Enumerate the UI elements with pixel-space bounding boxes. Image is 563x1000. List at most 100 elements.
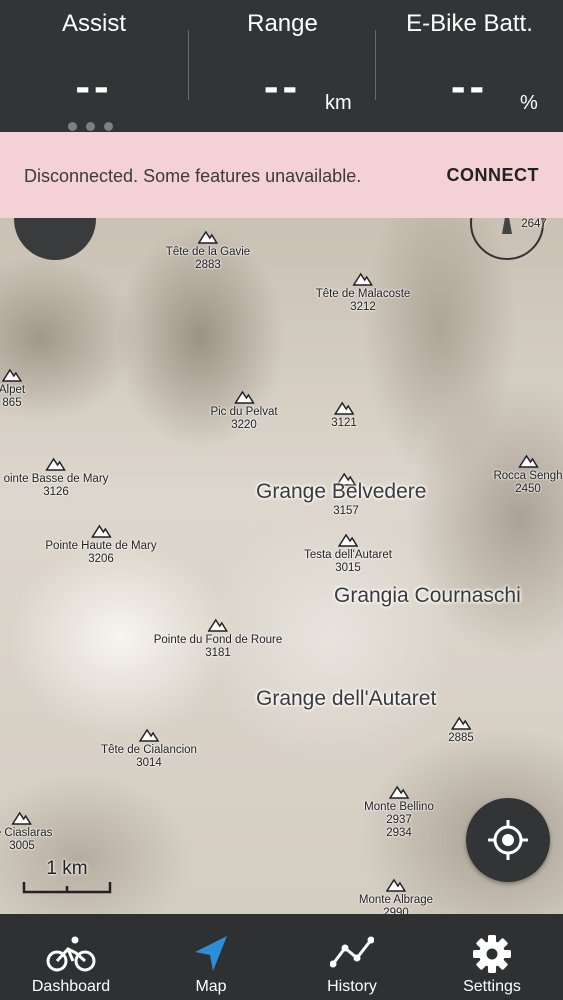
place-label: Grangia Cournaschi	[334, 584, 521, 607]
peak-elevation: 3181	[205, 647, 231, 659]
page-dot	[86, 122, 95, 131]
peak-elevation: 3126	[43, 486, 69, 498]
mountain-icon	[197, 230, 218, 244]
map-control-button[interactable]	[14, 218, 96, 260]
peak-name: te Ciaslaras	[0, 827, 53, 839]
peak-name: Pointe du Fond de Roure	[153, 634, 283, 646]
nav-label: Settings	[463, 978, 521, 995]
peak-marker[interactable]: Monte Albrage 2990	[359, 878, 433, 914]
mountain-icon	[139, 728, 159, 742]
peak-name: Pointe Haute de Mary	[45, 540, 157, 552]
map-view[interactable]: Tête de la Gavie 2883 Tête de Malacoste 32…	[0, 218, 563, 914]
battery-metric[interactable]: E-Bike Batt. -- %	[376, 0, 563, 132]
peak-elevation: 2647	[521, 218, 547, 230]
nav-dashboard[interactable]: Dashboard	[1, 914, 141, 1000]
metrics-bar: Assist -- Range -- km E-Bike Batt. -- %	[0, 0, 563, 132]
peak-marker[interactable]: Tête de Malacoste 3212	[315, 272, 411, 314]
peak-elevation: 3220	[231, 419, 257, 431]
peak-elevation: 3212	[350, 301, 376, 313]
disconnected-banner: Disconnected. Some features unavailable.…	[0, 132, 563, 218]
peak-elevation: 3005	[9, 840, 35, 852]
range-metric[interactable]: Range -- km	[189, 0, 376, 132]
peak-elevation: 3015	[335, 562, 361, 574]
assist-label: Assist	[61, 10, 126, 37]
place-label: Grange Belvedere	[256, 480, 427, 503]
nav-label: History	[327, 978, 377, 995]
mountain-icon	[389, 785, 409, 799]
page-dot	[104, 122, 113, 131]
peak-marker[interactable]: Tête de la Gavie 2883	[166, 230, 250, 272]
peak-elevation: 3014	[136, 757, 162, 769]
battery-label: E-Bike Batt.	[406, 10, 533, 37]
peak-name: Alpet	[0, 384, 26, 396]
peak-elevation: 2934	[386, 827, 412, 839]
mountain-icon	[517, 454, 538, 468]
locate-me-button[interactable]	[466, 798, 550, 882]
peak-marker[interactable]: te Ciaslaras3005	[0, 811, 52, 853]
line-graph-icon	[330, 936, 374, 968]
peak-name: Tête de la Gavie	[165, 246, 251, 258]
mountain-icon	[2, 368, 22, 382]
crosshair-icon	[488, 820, 528, 860]
peak-marker[interactable]: Pic du Pelvat 3220	[210, 390, 278, 432]
range-unit: km	[325, 92, 352, 114]
peak-elevation: 2883	[195, 259, 221, 271]
nav-map[interactable]: Map	[141, 914, 281, 1000]
mountain-icon	[334, 401, 354, 415]
peak-name: Pic du Pelvat	[210, 406, 278, 418]
navigation-arrow-icon	[195, 936, 227, 971]
peak-elevation: 2990	[383, 907, 409, 914]
peak-marker[interactable]: Monte Bellino 2937 2934	[364, 785, 434, 840]
page-dot	[68, 122, 77, 131]
connect-button[interactable]: CONNECT	[447, 165, 540, 186]
peak-marker[interactable]: ointe Basse de Mary 3126	[3, 457, 109, 499]
nav-settings[interactable]: Settings	[422, 914, 562, 1000]
map-scale: 1 km	[22, 858, 112, 896]
peak-name: Rocca Sengh	[493, 470, 563, 482]
bicycle-icon	[46, 936, 96, 972]
scale-bar-icon	[22, 882, 112, 894]
peak-elevation: 865	[2, 397, 22, 409]
assist-metric[interactable]: Assist --	[0, 0, 188, 132]
peak-elevation: 2885	[448, 732, 474, 744]
peak-name: Monte Bellino	[364, 801, 434, 813]
nav-label: Map	[195, 978, 227, 995]
peak-elevation: 2450	[515, 483, 541, 495]
mountain-icon	[207, 618, 228, 632]
mountain-icon	[385, 878, 406, 892]
banner-message: Disconnected. Some features unavailable.	[24, 166, 362, 186]
mountain-icon	[451, 716, 471, 730]
assist-value: --	[75, 62, 113, 111]
peak-elevation: 3206	[88, 553, 114, 565]
peak-marker[interactable]: 2885	[448, 716, 474, 745]
bottom-navigation: Dashboard Map History Settings	[0, 914, 563, 1000]
peak-name: Testa dell'Autaret	[304, 549, 392, 561]
mountain-icon	[12, 811, 32, 825]
peak-marker[interactable]: Pointe du Fond de Roure 3181	[153, 618, 283, 660]
nav-label: Dashboard	[31, 978, 111, 995]
peak-marker[interactable]: Testa dell'Autaret 3015	[304, 533, 392, 575]
peak-elevation: 2937	[386, 814, 412, 826]
peak-elevation: 3121	[331, 417, 357, 429]
peak-marker[interactable]: Alpet 865	[0, 368, 25, 410]
peak-marker[interactable]: Tête de Cialancion 3014	[101, 728, 197, 770]
peak-name: Tête de Cialancion	[101, 744, 197, 756]
peak-marker[interactable]: 3121	[331, 401, 357, 430]
peak-marker[interactable]: Pointe Haute de Mary 3206	[45, 524, 157, 566]
peak-marker[interactable]: 2647	[521, 218, 547, 231]
peak-name: ointe Basse de Mary	[3, 473, 109, 485]
nav-history[interactable]: History	[282, 914, 422, 1000]
battery-unit: %	[520, 92, 538, 114]
mountain-icon	[46, 457, 66, 471]
mountain-icon	[90, 524, 111, 538]
peak-marker[interactable]: Rocca Sengh 2450	[493, 454, 563, 496]
gear-icon	[473, 935, 511, 973]
mountain-icon	[234, 390, 254, 404]
mountain-icon	[352, 272, 373, 286]
range-label: Range	[247, 10, 318, 37]
mountain-icon	[337, 533, 358, 547]
place-label: Grange dell'Autaret	[256, 687, 437, 710]
peak-name: Tête de Malacoste	[315, 288, 411, 300]
peak-elevation: 3157	[333, 505, 359, 517]
peak-name: Monte Albrage	[358, 894, 434, 906]
